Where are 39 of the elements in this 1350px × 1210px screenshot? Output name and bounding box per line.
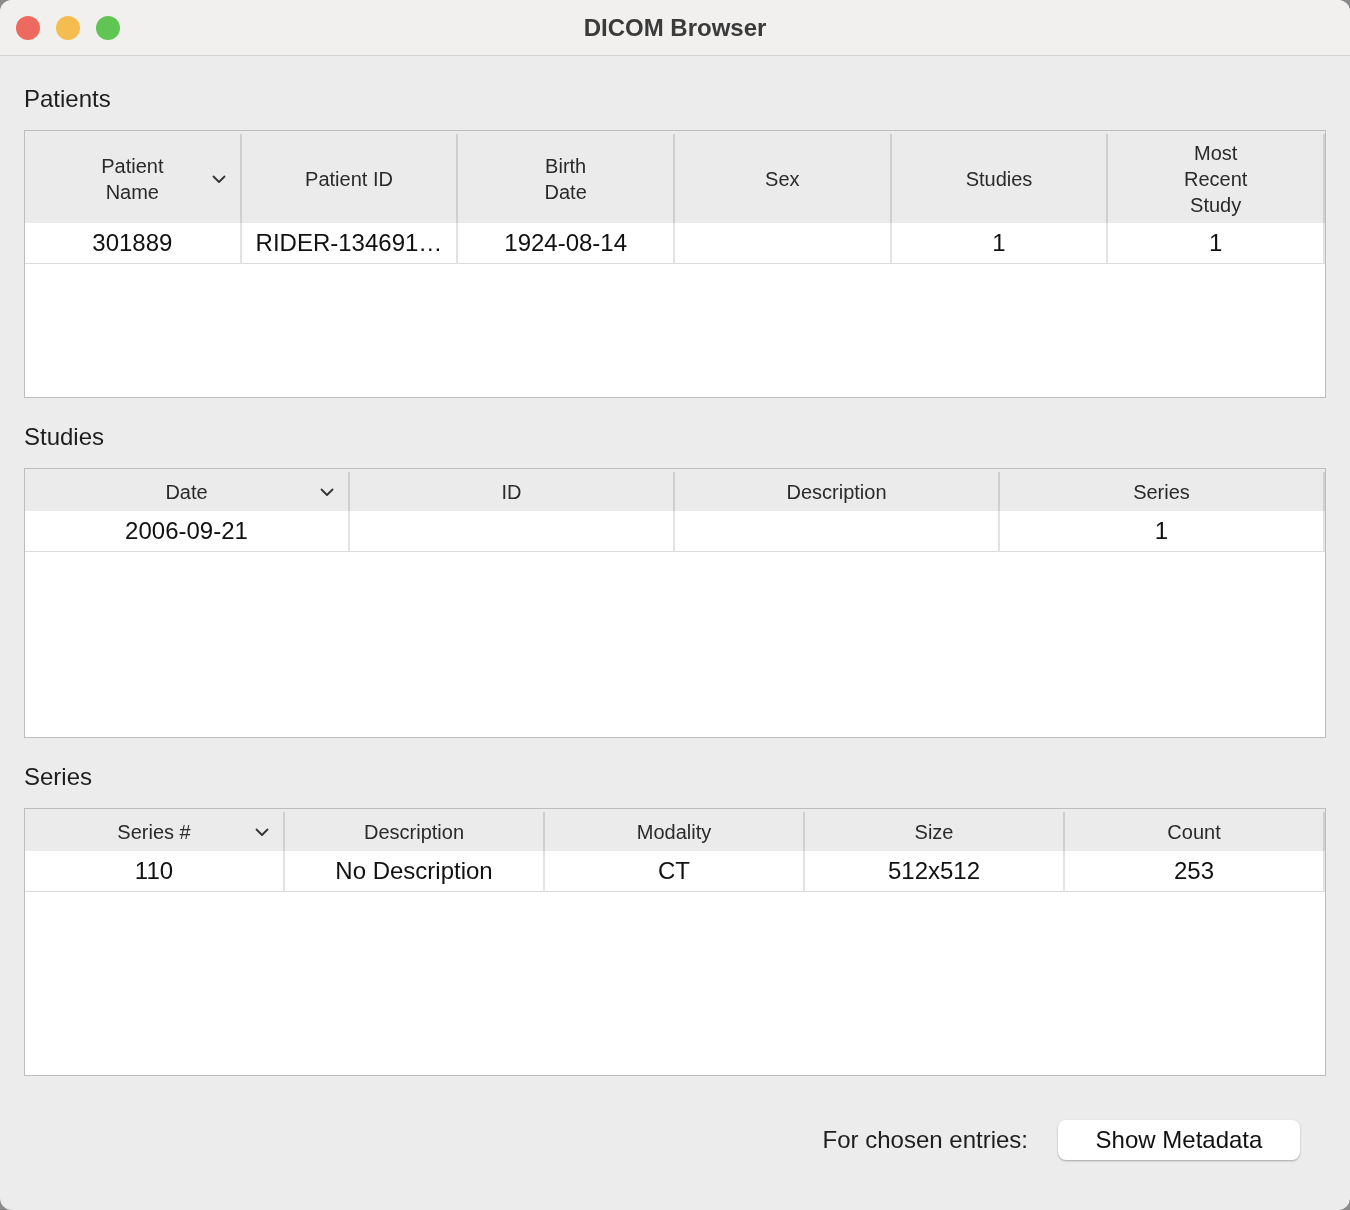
window-title: DICOM Browser — [583, 13, 767, 42]
table-cell: 110 — [134, 857, 174, 885]
column-header[interactable]: Modality — [545, 812, 805, 851]
chevron-down-icon — [255, 827, 269, 837]
column-header[interactable]: Description — [285, 812, 545, 851]
column-header[interactable]: Most Recent Study — [1108, 134, 1325, 223]
column-header[interactable]: Series — [1000, 472, 1325, 511]
table-cell: 301889 — [92, 229, 173, 257]
column-header[interactable]: Patient Name — [25, 134, 242, 223]
table-cell: CT — [658, 857, 690, 885]
column-header[interactable]: Date — [25, 472, 350, 511]
column-header[interactable]: Series # — [25, 812, 285, 851]
footer-label: For chosen entries: — [822, 1126, 1028, 1154]
window-control-icon[interactable] — [96, 16, 120, 40]
section-title: Studies — [24, 422, 106, 452]
column-header[interactable]: Count — [1065, 812, 1325, 851]
window-control-icon[interactable] — [56, 16, 80, 40]
table-cell: 512x512 — [887, 857, 981, 885]
column-header[interactable]: Sex — [675, 134, 892, 223]
section-title: Patients — [24, 84, 112, 114]
column-header[interactable]: Birth Date — [458, 134, 675, 223]
section-title: Series — [24, 762, 94, 792]
show-metadata-button[interactable]: Show Metadata — [1058, 1120, 1300, 1160]
table-cell: RIDER-134691… — [255, 229, 443, 257]
window-control-icon[interactable] — [16, 16, 40, 40]
column-header[interactable]: ID — [350, 472, 675, 511]
column-header[interactable]: Size — [805, 812, 1065, 851]
column-header[interactable]: Description — [675, 472, 1000, 511]
table-cell: 253 — [1173, 857, 1214, 885]
table-cell: 1 — [1209, 229, 1223, 257]
table-cell: 1 — [992, 229, 1006, 257]
chevron-down-icon — [211, 174, 226, 184]
chevron-down-icon — [320, 487, 334, 497]
column-header[interactable]: Patient ID — [241, 134, 459, 223]
table-cell: 2006-09-21 — [125, 517, 248, 545]
column-header[interactable]: Studies — [891, 134, 1109, 223]
table-cell: 1 — [1154, 517, 1169, 545]
table-cell: 1924-08-14 — [504, 229, 628, 257]
table-cell: No Description — [335, 857, 493, 885]
